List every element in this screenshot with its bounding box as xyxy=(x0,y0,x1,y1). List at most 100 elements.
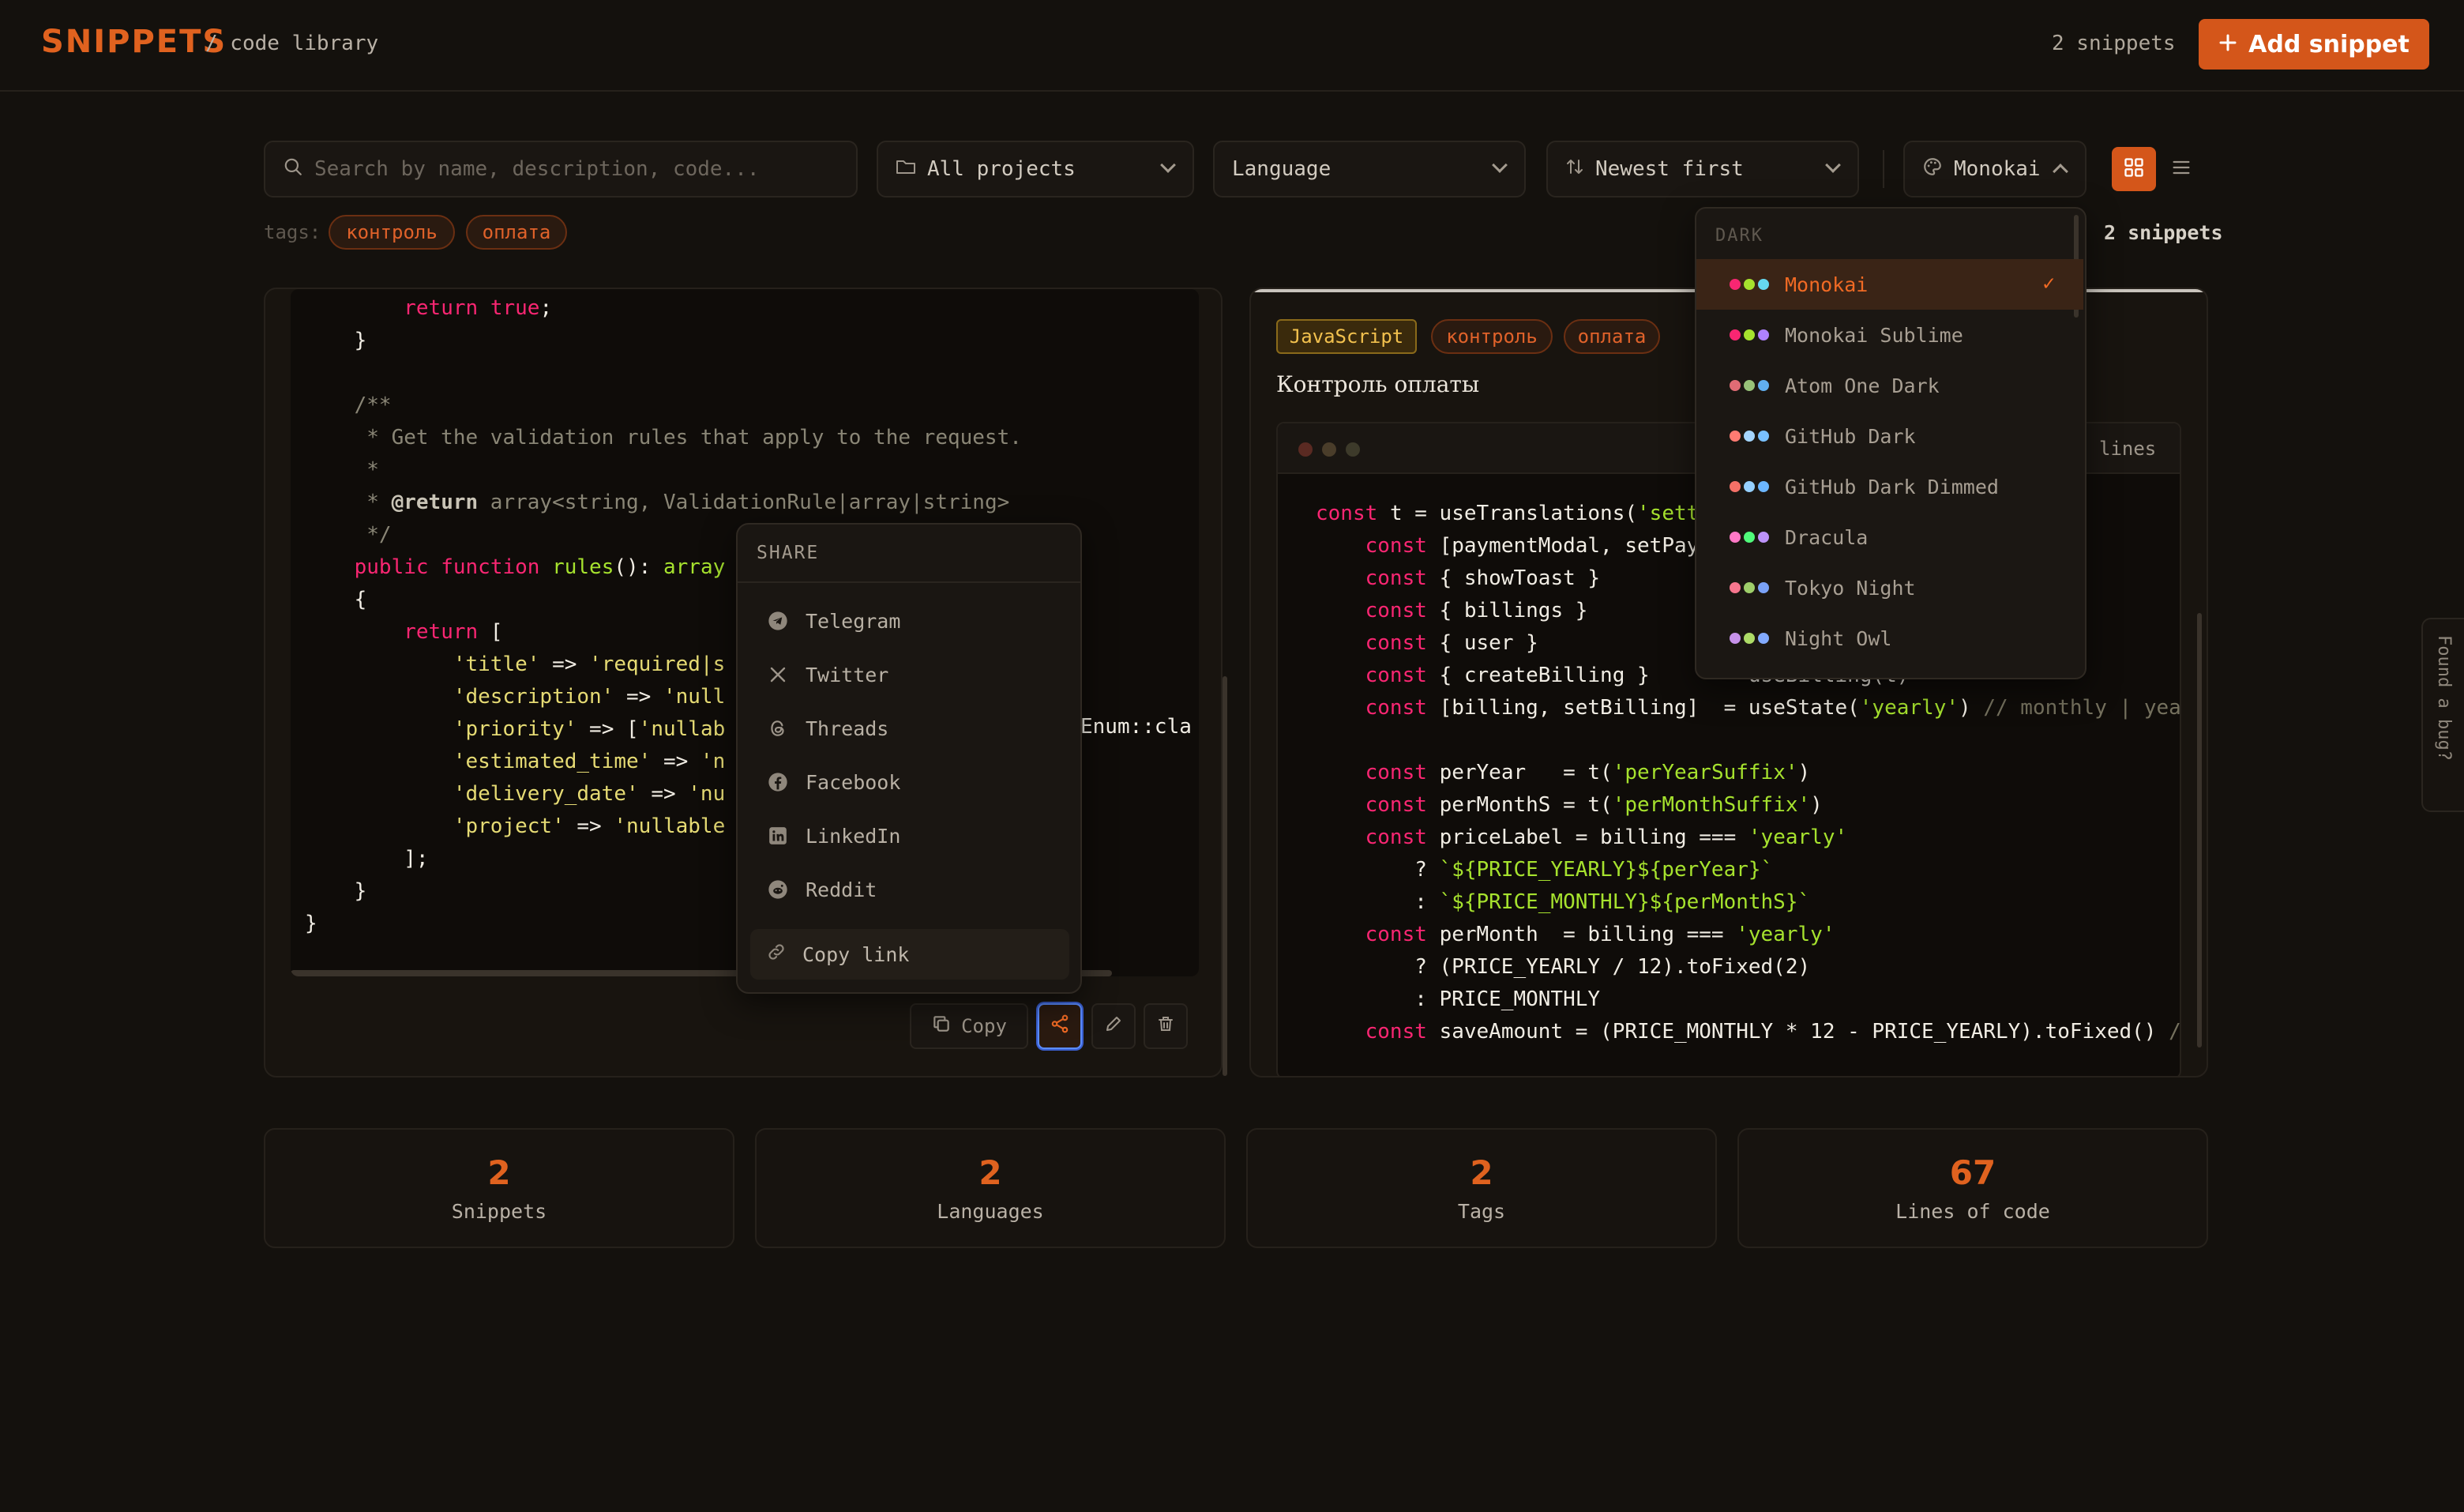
share-facebook[interactable]: Facebook xyxy=(766,766,900,798)
sort-select[interactable]: Newest first xyxy=(1546,141,1859,197)
trash-icon xyxy=(1156,1014,1175,1038)
tag-filter-chip[interactable]: оплата xyxy=(466,215,567,250)
window-dot-icon xyxy=(1346,442,1360,457)
share-item-label: Reddit xyxy=(806,878,877,901)
vertical-scrollbar[interactable] xyxy=(1223,676,1227,1076)
tag-chip[interactable]: оплата xyxy=(1564,319,1660,354)
theme-swatch-icon xyxy=(1730,532,1769,543)
telegram-icon xyxy=(766,609,790,633)
add-snippet-button[interactable]: Add snippet xyxy=(2199,19,2429,70)
share-telegram[interactable]: Telegram xyxy=(766,605,900,637)
snippet-count: 2 snippets xyxy=(2052,32,2176,55)
code-line: const [billing, setBilling] = useState('… xyxy=(1365,696,2181,720)
edit-button[interactable] xyxy=(1091,1003,1136,1049)
stat-value: 67 xyxy=(1949,1153,1996,1192)
swatch-dot xyxy=(1744,380,1755,391)
swatch-dot xyxy=(1744,279,1755,290)
theme-swatch-icon xyxy=(1730,380,1769,391)
lines-count-label: lines xyxy=(2099,438,2157,460)
grid-view-button[interactable] xyxy=(2112,147,2156,191)
pencil-icon xyxy=(1104,1014,1123,1038)
list-view-button[interactable] xyxy=(2159,147,2203,191)
threads-icon xyxy=(766,717,790,740)
code-line: ? `${PRICE_YEARLY}${perYear}` xyxy=(1414,858,1774,882)
copy-link-button[interactable]: Copy link xyxy=(750,929,1069,980)
facebook-icon xyxy=(766,770,790,794)
copy-button[interactable]: Copy xyxy=(910,1003,1028,1049)
theme-option-label: Atom One Dark xyxy=(1785,374,1940,397)
theme-option[interactable]: Night Owl xyxy=(1696,613,2083,664)
x-icon xyxy=(766,663,790,686)
code-overflow-text: Enum::cla xyxy=(1080,715,1192,739)
share-button[interactable] xyxy=(1038,1003,1082,1049)
theme-section-label: DARK xyxy=(1715,226,1763,246)
window-dot-icon xyxy=(1298,442,1313,457)
swatch-dot xyxy=(1730,279,1741,290)
palette-icon xyxy=(1922,156,1943,182)
stat-label: Languages xyxy=(937,1200,1044,1223)
code-line: const perMonth = billing === 'yearly' xyxy=(1365,923,1835,946)
language-select[interactable]: Language xyxy=(1213,141,1526,197)
code-line: : PRICE_MONTHLY xyxy=(1316,987,1601,1011)
swatch-dot xyxy=(1758,582,1769,593)
report-bug-tab[interactable]: Found a bug? xyxy=(2421,618,2464,812)
swatch-dot xyxy=(1758,481,1769,492)
stat-card-lines: 67 Lines of code xyxy=(1737,1128,2208,1248)
theme-option-label: Tokyo Night xyxy=(1785,576,1916,600)
tag-filter-chip[interactable]: контроль xyxy=(329,215,455,250)
share-twitter[interactable]: Twitter xyxy=(766,659,888,690)
share-threads[interactable]: Threads xyxy=(766,713,888,744)
code-line: const priceLabel = billing === 'yearly' xyxy=(1365,826,1848,849)
sort-icon xyxy=(1565,157,1584,182)
stat-label: Tags xyxy=(1457,1200,1506,1223)
theme-option[interactable]: GitHub Dark Dimmed xyxy=(1696,461,2083,512)
theme-swatch-icon xyxy=(1730,633,1769,644)
theme-option[interactable]: Monokai Sublime xyxy=(1696,310,2083,360)
theme-option[interactable]: GitHub Dark xyxy=(1696,411,2083,461)
swatch-dot xyxy=(1730,582,1741,593)
swatch-dot xyxy=(1730,532,1741,543)
chevron-down-icon xyxy=(1492,157,1508,173)
link-icon xyxy=(766,942,787,967)
theme-option[interactable]: Monokai ✓ xyxy=(1696,259,2083,310)
swatch-dot xyxy=(1758,329,1769,340)
theme-option[interactable]: Tokyo Night xyxy=(1696,562,2083,613)
share-linkedin[interactable]: LinkedIn xyxy=(766,820,900,852)
project-select[interactable]: All projects xyxy=(877,141,1194,197)
report-bug-label: Found a bug? xyxy=(2434,635,2454,761)
code-line: * xyxy=(305,458,379,482)
logo[interactable]: SNIPPETS xyxy=(41,24,227,60)
theme-select[interactable]: Monokai xyxy=(1903,141,2087,197)
language-select-value: Language xyxy=(1232,157,1332,181)
swatch-dot xyxy=(1744,633,1755,644)
top-bar: SNIPPETS / code library 2 snippets Add s… xyxy=(0,0,2464,92)
theme-swatch-icon xyxy=(1730,329,1769,340)
stat-card-tags: 2 Tags xyxy=(1246,1128,1717,1248)
code-line: return true; xyxy=(404,296,553,320)
code-line: /** xyxy=(305,393,392,417)
theme-option-label: Dracula xyxy=(1785,525,1869,549)
theme-swatch-icon xyxy=(1730,481,1769,492)
grid-icon xyxy=(2123,156,2145,182)
theme-option-label: Monokai xyxy=(1785,273,1869,296)
search-input[interactable]: Search by name, description, code... xyxy=(264,141,858,197)
swatch-dot xyxy=(1744,532,1755,543)
swatch-dot xyxy=(1744,481,1755,492)
share-item-label: Facebook xyxy=(806,770,901,794)
stat-value: 2 xyxy=(1470,1153,1493,1192)
vertical-scrollbar[interactable] xyxy=(2197,613,2202,1047)
list-icon xyxy=(2170,156,2192,182)
search-icon xyxy=(283,156,303,182)
swatch-dot xyxy=(1730,633,1741,644)
swatch-dot xyxy=(1758,532,1769,543)
breadcrumb: / code library xyxy=(205,32,379,55)
theme-option[interactable]: Dracula xyxy=(1696,512,2083,562)
divider xyxy=(1883,150,1884,188)
tag-chip[interactable]: контроль xyxy=(1431,319,1553,354)
share-reddit[interactable]: Reddit xyxy=(766,874,877,905)
code-line: const perMonthS = t('perMonthSuffix') xyxy=(1365,793,1823,817)
theme-option[interactable]: Atom One Dark xyxy=(1696,360,2083,411)
delete-button[interactable] xyxy=(1144,1003,1188,1049)
